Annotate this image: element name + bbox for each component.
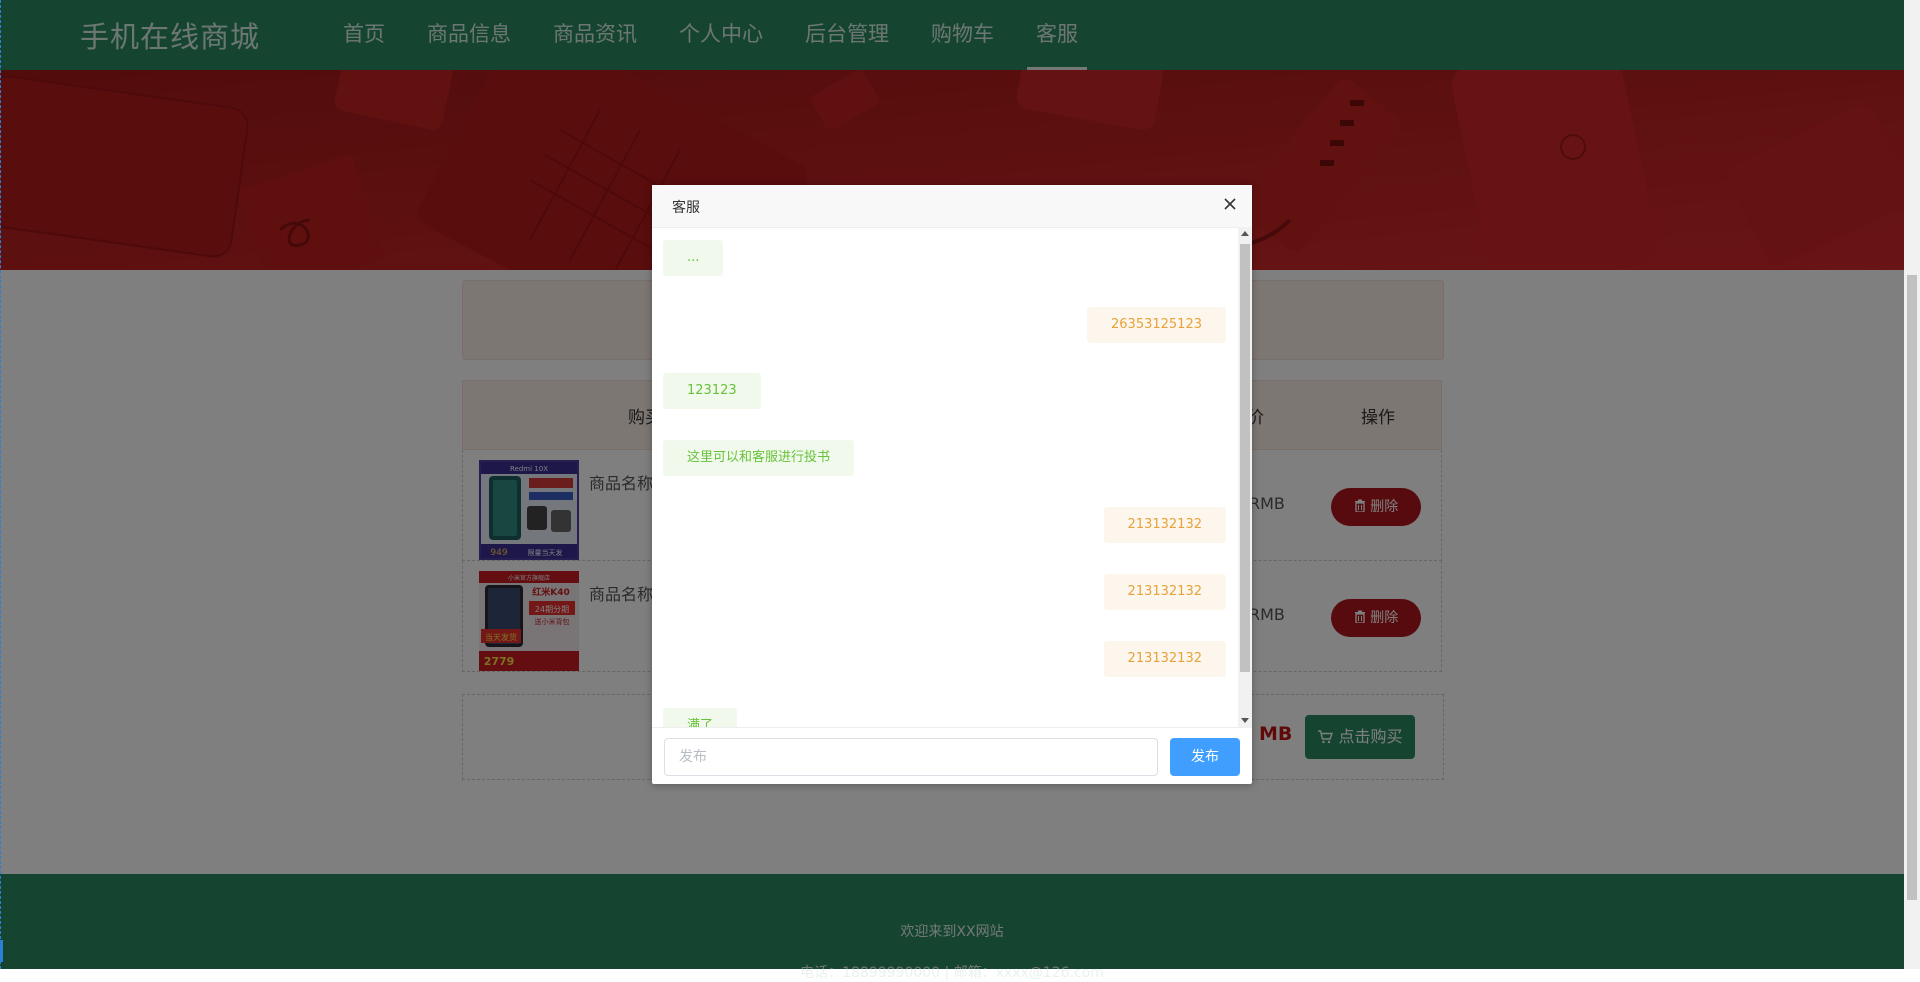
- chat-message-user: 213132132: [1103, 574, 1226, 610]
- dialog-footer: 发布: [652, 727, 1252, 785]
- chat-message-user: 213132132: [1103, 641, 1226, 677]
- left-edge-guide: [0, 0, 1, 969]
- send-button[interactable]: 发布: [1170, 738, 1240, 776]
- chat-message-service: 这里可以和客服进行投书: [663, 440, 855, 476]
- left-edge-marker: [0, 940, 3, 962]
- chat-message-service: 满了: [663, 708, 738, 727]
- chat-message-user: 26353125123: [1087, 307, 1226, 343]
- page-scrollbar-thumb[interactable]: [1907, 275, 1917, 900]
- page-scrollbar[interactable]: [1904, 0, 1920, 969]
- scroll-up-arrow-icon[interactable]: [1241, 231, 1249, 236]
- chat-message-user: 213132132: [1103, 507, 1226, 543]
- chat-input[interactable]: [664, 738, 1158, 776]
- service-dialog: 客服 ... 26353125123 123123 这里可以和客服进行投书 21…: [652, 185, 1252, 784]
- chat-scrollbar-thumb[interactable]: [1240, 244, 1250, 672]
- close-icon[interactable]: [1220, 194, 1240, 214]
- dialog-title: 客服: [672, 200, 700, 216]
- dialog-header: 客服: [652, 185, 1252, 228]
- chat-message-service: ...: [663, 240, 724, 276]
- scroll-down-arrow-icon[interactable]: [1241, 718, 1249, 723]
- chat-message-list[interactable]: ... 26353125123 123123 这里可以和客服进行投书 21313…: [652, 227, 1252, 727]
- chat-message-service: 123123: [663, 373, 761, 409]
- chat-scrollbar[interactable]: [1238, 227, 1252, 727]
